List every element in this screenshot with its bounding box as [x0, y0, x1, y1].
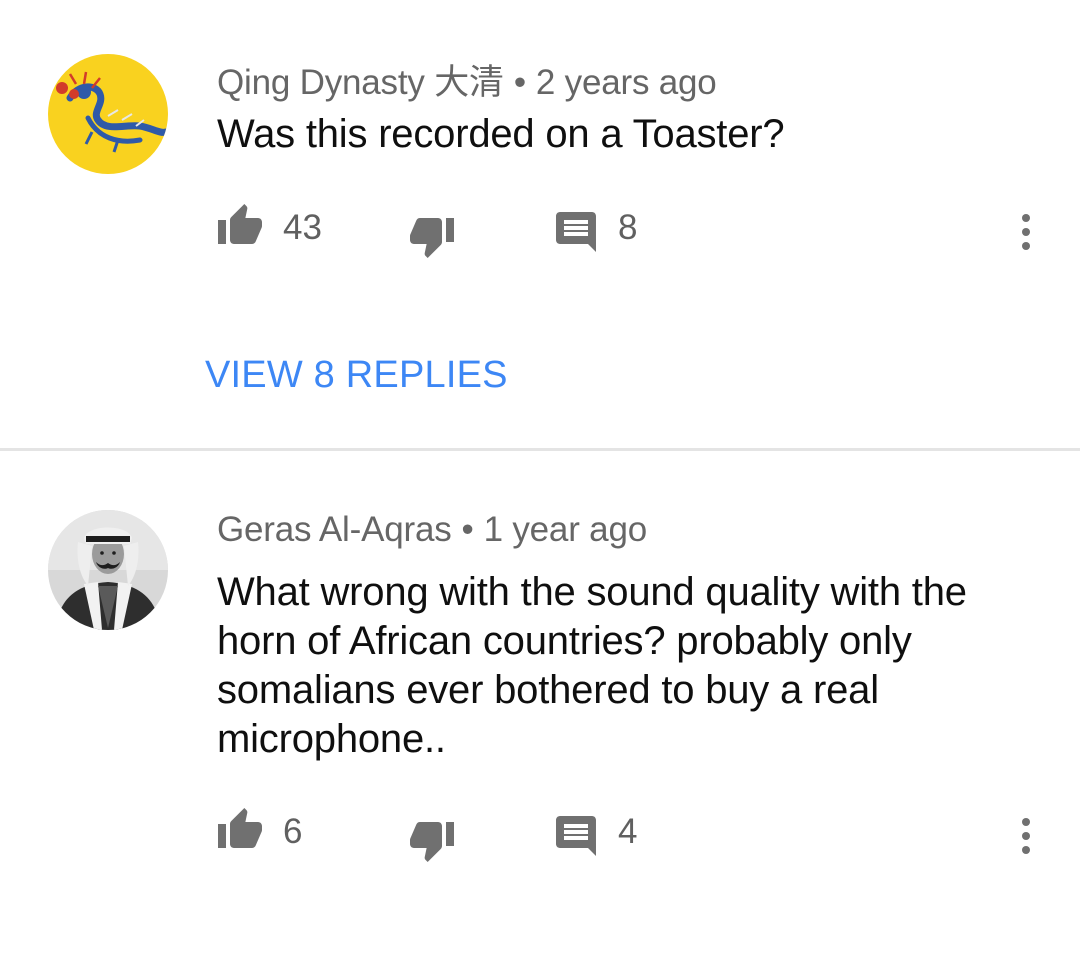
meta-separator: •: [461, 510, 474, 549]
more-vert-icon[interactable]: [1002, 812, 1050, 860]
comment-actions: 43 8: [0, 200, 1080, 260]
thumbs-down-icon[interactable]: [408, 816, 456, 864]
comment-icon[interactable]: [552, 208, 600, 256]
comment-card: Qing Dynasty 大清 • 2 years ago Was this rec…: [0, 0, 1080, 448]
comment-icon[interactable]: [552, 812, 600, 860]
dragon-flag-avatar[interactable]: [48, 54, 168, 174]
comment-time[interactable]: 2 years ago: [536, 63, 717, 102]
like-count: 6: [283, 812, 303, 851]
comment-author[interactable]: Geras Al-Aqras: [217, 510, 452, 549]
comment-meta: Qing Dynasty 大清 • 2 years ago: [217, 54, 717, 105]
meta-separator: •: [513, 63, 526, 102]
comment-author[interactable]: Qing Dynasty 大清: [217, 63, 504, 102]
view-replies-button[interactable]: VIEW 8 REPLIES: [205, 354, 508, 397]
more-vert-icon[interactable]: [1002, 208, 1050, 256]
comment-text: Was this recorded on a Toaster?: [217, 112, 785, 156]
like-count: 43: [283, 208, 322, 247]
thumbs-up-icon[interactable]: [216, 202, 264, 250]
comment-actions: 6 4: [0, 804, 1080, 864]
comment-card: Geras Al-Aqras • 1 year ago What wrong wit…: [0, 452, 1080, 955]
reply-count: 8: [618, 208, 638, 247]
comment-time[interactable]: 1 year ago: [484, 510, 648, 549]
reply-count: 4: [618, 812, 638, 851]
portrait-photo-avatar[interactable]: [48, 510, 168, 630]
comment-text: What wrong with the sound quality with t…: [217, 570, 967, 761]
thumbs-down-icon[interactable]: [408, 212, 456, 260]
comment-divider: [0, 448, 1080, 451]
comment-meta: Geras Al-Aqras • 1 year ago: [217, 510, 647, 550]
thumbs-up-icon[interactable]: [216, 806, 264, 854]
